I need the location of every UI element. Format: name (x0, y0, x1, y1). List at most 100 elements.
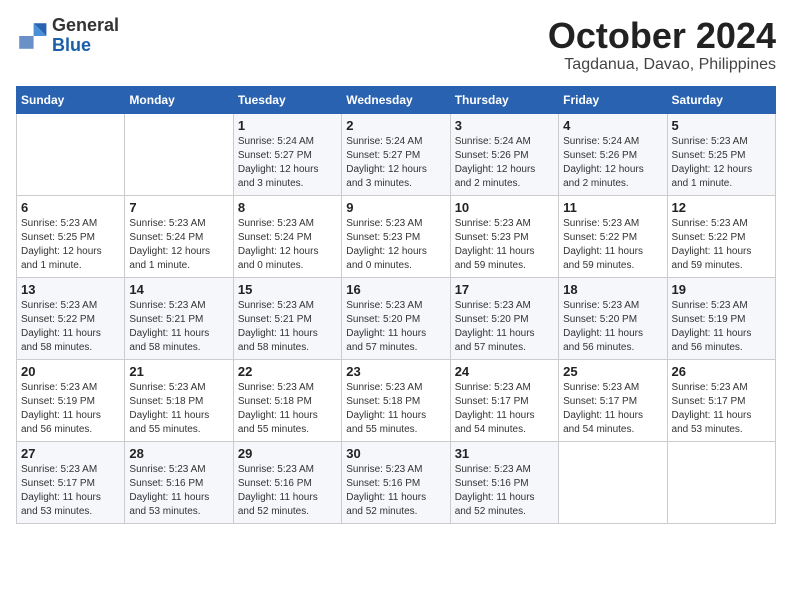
day-number: 7 (129, 200, 228, 215)
column-header-saturday: Saturday (667, 86, 775, 113)
day-number: 12 (672, 200, 771, 215)
day-detail: Sunrise: 5:24 AM Sunset: 5:27 PM Dayligh… (238, 135, 337, 191)
day-number: 30 (346, 446, 445, 461)
day-number: 22 (238, 364, 337, 379)
day-number: 16 (346, 282, 445, 297)
day-number: 13 (21, 282, 120, 297)
day-detail: Sunrise: 5:24 AM Sunset: 5:26 PM Dayligh… (455, 135, 554, 191)
day-number: 5 (672, 118, 771, 133)
day-detail: Sunrise: 5:23 AM Sunset: 5:18 PM Dayligh… (346, 381, 445, 437)
day-cell: 17 Sunrise: 5:23 AM Sunset: 5:20 PM Dayli… (450, 277, 558, 359)
day-cell: 19 Sunrise: 5:23 AM Sunset: 5:19 PM Dayli… (667, 277, 775, 359)
day-cell: 18Sunrise: 5:23 AM Sunset: 5:20 PM Dayli… (559, 277, 667, 359)
column-header-sunday: Sunday (17, 86, 125, 113)
week-row-3: 13 Sunrise: 5:23 AM Sunset: 5:22 PM Dayli… (17, 277, 776, 359)
day-number: 20 (21, 364, 120, 379)
day-detail: Sunrise: 5:23 AM Sunset: 5:20 PM Dayligh… (455, 299, 554, 355)
day-cell: 25 Sunrise: 5:23 AM Sunset: 5:17 PM Dayli… (559, 359, 667, 441)
day-cell: 9 Sunrise: 5:23 AM Sunset: 5:23 PM Daylig… (342, 195, 450, 277)
day-number: 3 (455, 118, 554, 133)
day-cell (125, 113, 233, 195)
day-number: 17 (455, 282, 554, 297)
day-detail: Sunrise: 5:23 AM Sunset: 5:17 PM Dayligh… (563, 381, 662, 437)
day-detail: Sunrise: 5:23 AM Sunset: 5:25 PM Dayligh… (672, 135, 771, 191)
column-header-friday: Friday (559, 86, 667, 113)
day-detail: Sunrise: 5:24 AM Sunset: 5:27 PM Dayligh… (346, 135, 445, 191)
column-header-monday: Monday (125, 86, 233, 113)
day-detail: Sunrise: 5:23 AM Sunset: 5:22 PM Dayligh… (563, 217, 662, 273)
day-cell: 5 Sunrise: 5:23 AM Sunset: 5:25 PM Daylig… (667, 113, 775, 195)
day-detail: Sunrise: 5:23 AM Sunset: 5:17 PM Dayligh… (455, 381, 554, 437)
day-detail: Sunrise: 5:23 AM Sunset: 5:22 PM Dayligh… (672, 217, 771, 273)
day-cell: 1 Sunrise: 5:24 AM Sunset: 5:27 PM Daylig… (233, 113, 341, 195)
day-cell: 24Sunrise: 5:23 AM Sunset: 5:17 PM Dayli… (450, 359, 558, 441)
day-number: 19 (672, 282, 771, 297)
day-number: 2 (346, 118, 445, 133)
day-number: 10 (455, 200, 554, 215)
week-row-5: 27 Sunrise: 5:23 AM Sunset: 5:17 PM Dayli… (17, 441, 776, 523)
day-cell: 4 Sunrise: 5:24 AM Sunset: 5:26 PM Daylig… (559, 113, 667, 195)
day-cell: 8 Sunrise: 5:23 AM Sunset: 5:24 PM Daylig… (233, 195, 341, 277)
day-cell: 6 Sunrise: 5:23 AM Sunset: 5:25 PM Daylig… (17, 195, 125, 277)
week-row-4: 20 Sunrise: 5:23 AM Sunset: 5:19 PM Dayli… (17, 359, 776, 441)
page-header: General Blue October 2024 Tagdanua, Dava… (16, 16, 776, 74)
day-cell: 20 Sunrise: 5:23 AM Sunset: 5:19 PM Dayli… (17, 359, 125, 441)
day-number: 28 (129, 446, 228, 461)
day-detail: Sunrise: 5:23 AM Sunset: 5:23 PM Dayligh… (346, 217, 445, 273)
calendar-table: SundayMondayTuesdayWednesdayThursdayFrid… (16, 86, 776, 524)
day-cell: 12 Sunrise: 5:23 AM Sunset: 5:22 PM Dayli… (667, 195, 775, 277)
day-cell: 21 Sunrise: 5:23 AM Sunset: 5:18 PM Dayli… (125, 359, 233, 441)
day-number: 4 (563, 118, 662, 133)
day-detail: Sunrise: 5:23 AM Sunset: 5:20 PM Dayligh… (563, 299, 662, 355)
day-number: 9 (346, 200, 445, 215)
day-detail: Sunrise: 5:23 AM Sunset: 5:22 PM Dayligh… (21, 299, 120, 355)
day-cell: 2 Sunrise: 5:24 AM Sunset: 5:27 PM Daylig… (342, 113, 450, 195)
calendar-header: SundayMondayTuesdayWednesdayThursdayFrid… (17, 86, 776, 113)
day-number: 6 (21, 200, 120, 215)
day-detail: Sunrise: 5:24 AM Sunset: 5:26 PM Dayligh… (563, 135, 662, 191)
day-number: 29 (238, 446, 337, 461)
day-cell: 3 Sunrise: 5:24 AM Sunset: 5:26 PM Daylig… (450, 113, 558, 195)
day-cell: 30 Sunrise: 5:23 AM Sunset: 5:16 PM Dayli… (342, 441, 450, 523)
day-cell: 23Sunrise: 5:23 AM Sunset: 5:18 PM Dayli… (342, 359, 450, 441)
day-number: 11 (563, 200, 662, 215)
day-cell: 22 Sunrise: 5:23 AM Sunset: 5:18 PM Dayli… (233, 359, 341, 441)
day-number: 8 (238, 200, 337, 215)
day-detail: Sunrise: 5:23 AM Sunset: 5:19 PM Dayligh… (672, 299, 771, 355)
day-cell: 29 Sunrise: 5:23 AM Sunset: 5:16 PM Dayli… (233, 441, 341, 523)
logo-icon (16, 20, 48, 52)
day-number: 25 (563, 364, 662, 379)
location-subtitle: Tagdanua, Davao, Philippines (548, 56, 776, 74)
day-detail: Sunrise: 5:23 AM Sunset: 5:24 PM Dayligh… (238, 217, 337, 273)
column-header-tuesday: Tuesday (233, 86, 341, 113)
day-cell: 31Sunrise: 5:23 AM Sunset: 5:16 PM Dayli… (450, 441, 558, 523)
day-detail: Sunrise: 5:23 AM Sunset: 5:17 PM Dayligh… (21, 463, 120, 519)
week-row-2: 6 Sunrise: 5:23 AM Sunset: 5:25 PM Daylig… (17, 195, 776, 277)
logo: General Blue (16, 16, 119, 56)
column-header-wednesday: Wednesday (342, 86, 450, 113)
column-header-thursday: Thursday (450, 86, 558, 113)
day-detail: Sunrise: 5:23 AM Sunset: 5:16 PM Dayligh… (129, 463, 228, 519)
day-detail: Sunrise: 5:23 AM Sunset: 5:20 PM Dayligh… (346, 299, 445, 355)
month-title: October 2024 (548, 16, 776, 56)
day-detail: Sunrise: 5:23 AM Sunset: 5:18 PM Dayligh… (129, 381, 228, 437)
day-cell (667, 441, 775, 523)
day-cell: 26Sunrise: 5:23 AM Sunset: 5:17 PM Dayli… (667, 359, 775, 441)
day-number: 27 (21, 446, 120, 461)
day-detail: Sunrise: 5:23 AM Sunset: 5:24 PM Dayligh… (129, 217, 228, 273)
day-number: 21 (129, 364, 228, 379)
day-number: 15 (238, 282, 337, 297)
day-number: 1 (238, 118, 337, 133)
day-detail: Sunrise: 5:23 AM Sunset: 5:25 PM Dayligh… (21, 217, 120, 273)
calendar-body: 1 Sunrise: 5:24 AM Sunset: 5:27 PM Daylig… (17, 113, 776, 523)
day-number: 14 (129, 282, 228, 297)
day-detail: Sunrise: 5:23 AM Sunset: 5:18 PM Dayligh… (238, 381, 337, 437)
day-detail: Sunrise: 5:23 AM Sunset: 5:19 PM Dayligh… (21, 381, 120, 437)
day-detail: Sunrise: 5:23 AM Sunset: 5:16 PM Dayligh… (346, 463, 445, 519)
day-cell (559, 441, 667, 523)
logo-text: General Blue (52, 16, 119, 56)
day-detail: Sunrise: 5:23 AM Sunset: 5:16 PM Dayligh… (238, 463, 337, 519)
day-cell: 11 Sunrise: 5:23 AM Sunset: 5:22 PM Dayli… (559, 195, 667, 277)
day-detail: Sunrise: 5:23 AM Sunset: 5:21 PM Dayligh… (238, 299, 337, 355)
day-cell: 15 Sunrise: 5:23 AM Sunset: 5:21 PM Dayli… (233, 277, 341, 359)
